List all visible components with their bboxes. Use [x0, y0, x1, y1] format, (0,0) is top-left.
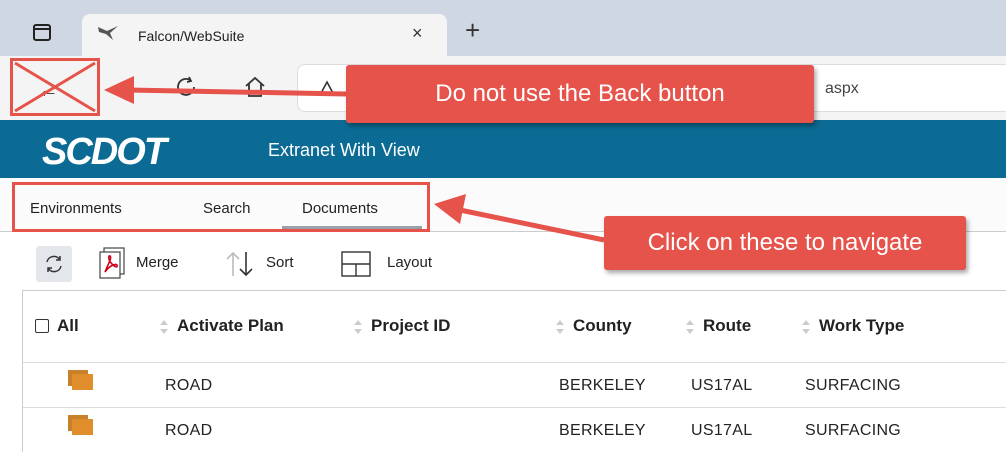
column-header-county[interactable]: County [555, 316, 632, 336]
home-icon[interactable] [243, 75, 267, 99]
cell-activate-plan: ROAD [165, 422, 213, 439]
table-row[interactable]: ROAD BERKELEY US17AL SURFACING [23, 408, 1006, 452]
sort-indicator-icon [802, 319, 810, 334]
sort-icon [226, 251, 253, 277]
cell-route: US17AL [691, 422, 753, 439]
cell-work-type: SURFACING [805, 377, 902, 394]
merge-button[interactable]: Merge [96, 246, 206, 279]
sort-indicator-icon [354, 319, 362, 334]
browser-tab[interactable]: Falcon/WebSuite × [82, 14, 447, 56]
tab-close-icon[interactable]: × [412, 24, 423, 42]
sort-indicator-icon [160, 319, 168, 334]
layout-label: Layout [387, 254, 433, 271]
cell-work-type: SURFACING [805, 422, 902, 439]
cell-activate-plan: ROAD [165, 377, 213, 394]
back-button[interactable]: ← [10, 58, 100, 116]
column-header-project-id[interactable]: Project ID [353, 316, 450, 336]
column-header-work-type[interactable]: Work Type [801, 316, 904, 336]
header-title: Extranet With View [268, 140, 420, 160]
lock-icon [318, 80, 336, 96]
site-header: SCDOT Extranet With View [0, 120, 1006, 178]
navigate-callout: Click on these to navigate [604, 216, 966, 270]
new-tab-icon[interactable]: + [465, 17, 480, 43]
sort-indicator-icon [556, 319, 564, 334]
back-button-callout: Do not use the Back button [346, 65, 814, 123]
menu-highlight-box [12, 182, 430, 232]
browser-tab-bar: Falcon/WebSuite × + [0, 0, 1006, 56]
sort-button[interactable]: Sort [224, 246, 314, 277]
cell-county: BERKELEY [559, 422, 646, 439]
svg-text:SCDOT: SCDOT [42, 131, 170, 170]
crossed-out-mark [14, 61, 96, 113]
cell-route: US17AL [691, 377, 753, 394]
folder-stack-icon [68, 370, 93, 390]
tab-actions-icon[interactable] [30, 20, 56, 46]
column-header-route[interactable]: Route [685, 316, 751, 336]
pdf-merge-icon [99, 247, 125, 279]
table-header-row: All Activate Plan Project ID County Rout… [23, 291, 1006, 363]
cell-county: BERKELEY [559, 377, 646, 394]
layout-icon [341, 251, 371, 277]
tab-title: Falcon/WebSuite [138, 28, 245, 44]
sort-indicator-icon [686, 319, 694, 334]
layout-button[interactable]: Layout [340, 246, 450, 277]
falcon-favicon-icon [98, 26, 118, 40]
refresh-icon[interactable] [174, 75, 198, 99]
select-all-checkbox[interactable] [35, 319, 49, 333]
sync-button[interactable] [36, 246, 72, 282]
url-text: aspx [825, 80, 859, 97]
documents-grid: All Activate Plan Project ID County Rout… [22, 290, 1006, 452]
merge-label: Merge [136, 254, 179, 271]
scdot-logo: SCDOT [42, 131, 172, 170]
sync-icon [46, 255, 62, 273]
folder-stack-icon [68, 415, 93, 435]
column-header-activate-plan[interactable]: Activate Plan [159, 316, 284, 336]
select-all-label: All [57, 316, 79, 335]
sort-label: Sort [266, 254, 294, 271]
table-row[interactable]: ROAD BERKELEY US17AL SURFACING [23, 363, 1006, 408]
